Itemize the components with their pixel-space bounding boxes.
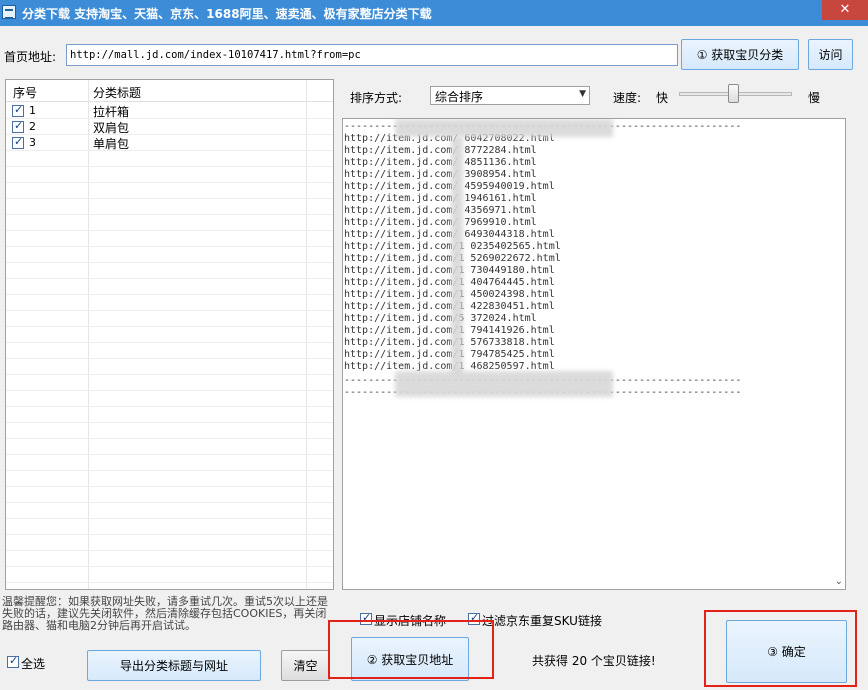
highlight-box [328,620,494,679]
link-log-area[interactable]: ----------------------------------------… [342,118,846,590]
speed-slow-label: 慢 [808,91,821,105]
row-number: 3 [29,136,36,149]
category-row[interactable]: 2 双肩包 [6,119,333,135]
speed-fast-label: 快 [656,91,669,105]
empty-row [6,391,333,407]
log-url-line: http://item.jd.com/ 3908954.html [344,169,537,180]
log-url-line: http://item.jd.com/ 4851136.html [344,157,537,168]
row-title: 单肩包 [93,137,130,151]
empty-row [6,151,333,167]
empty-row [6,231,333,247]
empty-row [6,423,333,439]
empty-row [6,375,333,391]
empty-row [6,199,333,215]
empty-row [6,535,333,551]
sort-select[interactable]: 综合排序 ▼ [430,86,590,105]
category-row[interactable]: 3 单肩包 [6,135,333,151]
speed-label: 速度: [613,91,642,105]
log-url-line: http://item.jd.com/ 6493044318.html [344,229,555,240]
homepage-label: 首页地址: [4,50,57,64]
log-url-line: http://item.jd.com/1 450024398.html [344,289,555,300]
empty-row [6,327,333,343]
log-url-line: http://item.jd.com/ 7969910.html [344,217,537,228]
log-url-line: http://item.jd.com/ 8772284.html [344,145,537,156]
category-list[interactable]: 序号 分类标题 1 拉杆箱 2 双肩包 3 单肩包 [5,79,334,590]
filter-jd-sku-label: 过滤京东重复SKU链接 [482,614,602,628]
empty-row [6,487,333,503]
result-text: 共获得 20 个宝贝链接! [532,654,656,668]
empty-row [6,295,333,311]
empty-row [6,551,333,567]
window-title: 分类下载 支持淘宝、天猫、京东、1688阿里、速卖通、极有家整店分类下载 [22,7,432,21]
speed-slider-thumb[interactable] [728,84,739,103]
log-url-line: http://item.jd.com/1 404764445.html [344,277,555,288]
highlight-box [704,610,857,687]
empty-row [6,407,333,423]
column-header-title[interactable]: 分类标题 [93,84,141,101]
category-list-header: 序号 分类标题 [6,80,333,102]
select-all-label: 全选 [21,657,46,671]
log-url-line: http://item.jd.com/1 794141926.html [344,325,555,336]
log-url-line: http://item.jd.com/ 4595940019.html [344,181,555,192]
empty-row [6,567,333,583]
log-url-line: http://item.jd.com/1 422830451.html [344,301,555,312]
redaction-blur [395,119,613,137]
redaction-blur [395,371,613,397]
export-titles-urls-button[interactable]: 导出分类标题与网址 [87,650,261,681]
empty-row [6,279,333,295]
scroll-down-icon[interactable]: ⌄ [835,576,843,587]
empty-row [6,247,333,263]
empty-row [6,471,333,487]
empty-row [6,183,333,199]
log-url-line: http://item.jd.com/5 372024.html [344,313,537,324]
homepage-url-input[interactable]: http://mall.jd.com/index-10107417.html?f… [66,44,678,66]
fetch-categories-button[interactable]: ① 获取宝贝分类 [681,39,799,70]
row-checkbox[interactable] [12,119,24,133]
log-url-line: http://item.jd.com/1 794785425.html [344,349,555,360]
empty-row [6,519,333,535]
empty-row [6,455,333,471]
row-checkbox[interactable] [12,103,24,117]
log-url-line: http://item.jd.com/ 4356971.html [344,205,537,216]
empty-row [6,343,333,359]
empty-row [6,359,333,375]
sort-label: 排序方式: [350,91,403,105]
log-url-line: http://item.jd.com/1 730449180.html [344,265,555,276]
title-bar: 分类下载 支持淘宝、天猫、京东、1688阿里、速卖通、极有家整店分类下载 ✕ [0,0,868,26]
visit-button[interactable]: 访问 [808,39,853,70]
empty-row [6,167,333,183]
close-button[interactable]: ✕ [822,0,868,20]
column-header-number[interactable]: 序号 [13,84,37,101]
empty-row [6,503,333,519]
row-checkbox[interactable] [12,135,24,149]
empty-row [6,311,333,327]
reminder-tip: 温馨提醒您：如果获取网址失败，请多重试几次。重试5次以上还是失败的话，建议先关闭… [2,595,328,632]
empty-row [6,215,333,231]
empty-row [6,439,333,455]
empty-row [6,263,333,279]
row-title: 双肩包 [93,121,130,135]
log-url-line: http://item.jd.com/1 576733818.html [344,337,555,348]
redaction-blur [451,137,463,377]
clear-button[interactable]: 清空 [281,650,330,681]
row-number: 1 [29,104,36,117]
log-url-line: http://item.jd.com/ 1946161.html [344,193,537,204]
category-row[interactable]: 1 拉杆箱 [6,103,333,119]
app-icon [2,5,16,19]
chevron-down-icon: ▼ [579,89,586,99]
sort-select-value: 综合排序 [435,90,484,104]
select-all-checkbox[interactable] [7,654,19,668]
row-number: 2 [29,120,36,133]
row-title: 拉杆箱 [93,105,130,119]
